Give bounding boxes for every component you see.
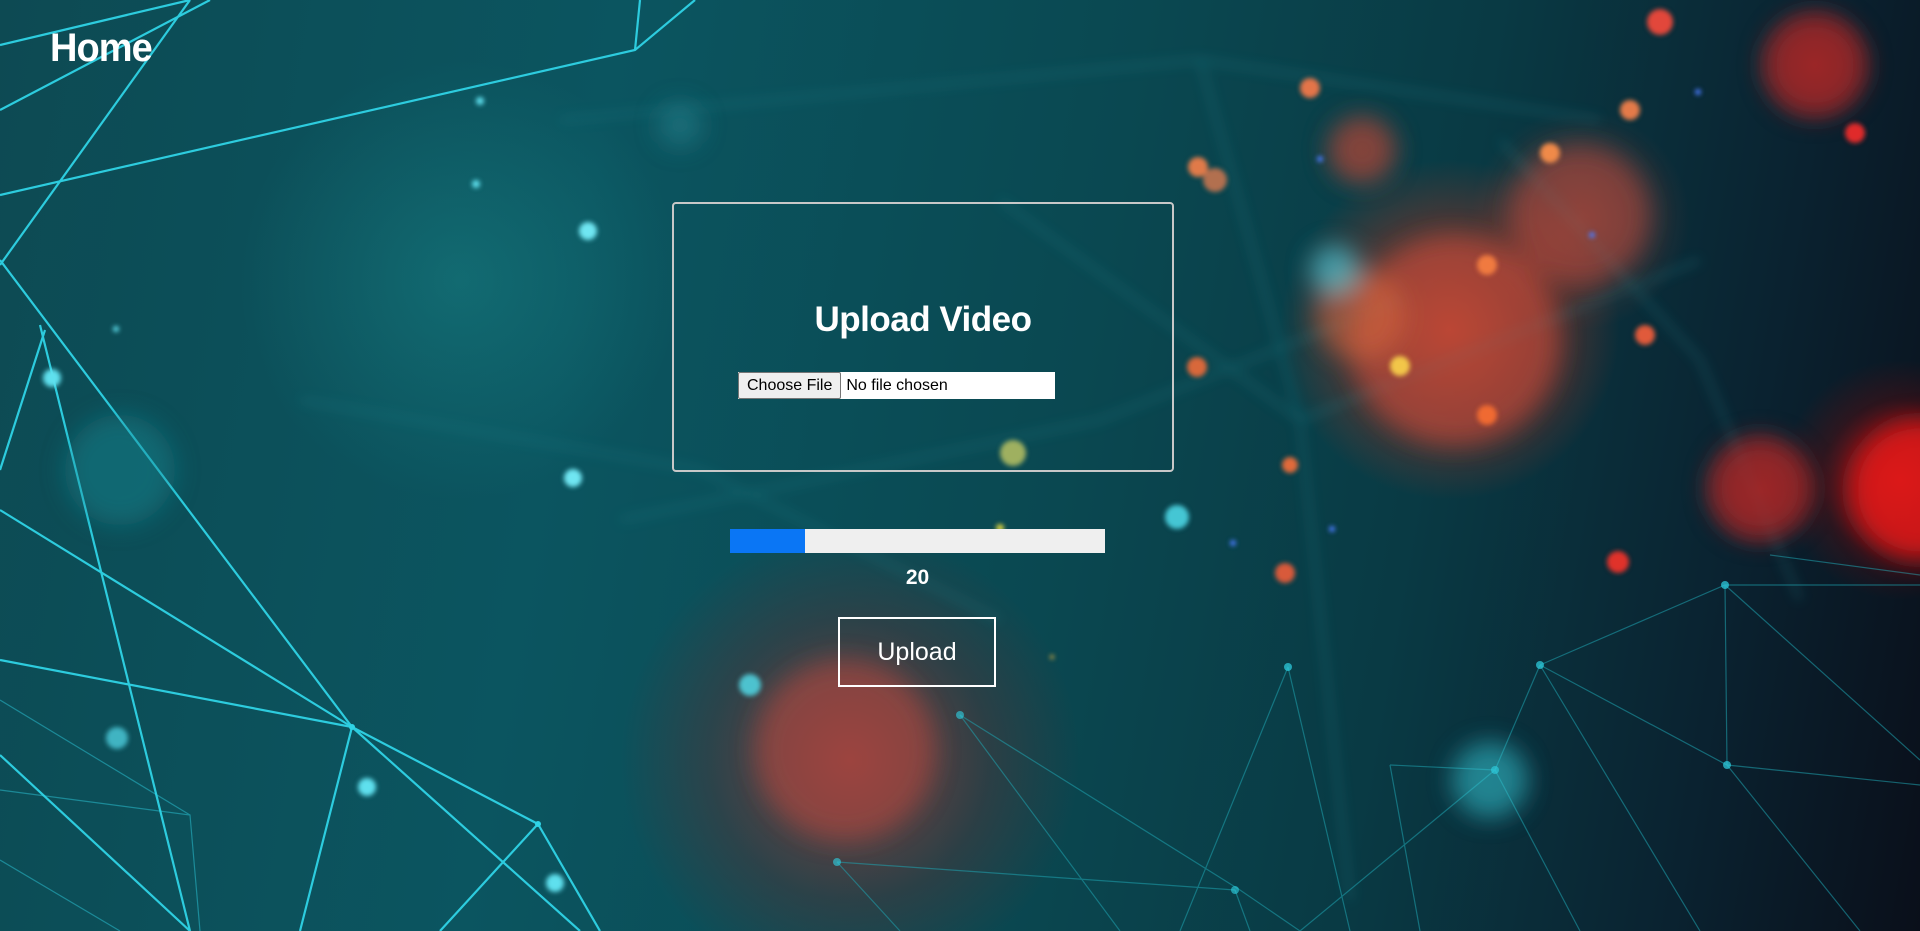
upload-page: Home Upload Video Choose File No file ch…	[0, 0, 1920, 931]
upload-progress-bar	[730, 529, 1105, 553]
upload-progress-fill	[730, 529, 805, 553]
choose-file-button[interactable]: Choose File	[738, 372, 842, 399]
upload-title: Upload Video	[814, 300, 1033, 339]
home-link[interactable]: Home	[50, 26, 153, 71]
upload-progress-value: 20	[905, 566, 930, 589]
file-status-text: No file chosen	[846, 376, 948, 394]
upload-card: Upload Video Choose File No file chosen	[672, 202, 1174, 472]
file-input[interactable]: Choose File No file chosen	[738, 372, 1055, 399]
upload-button[interactable]: Upload	[838, 617, 996, 687]
